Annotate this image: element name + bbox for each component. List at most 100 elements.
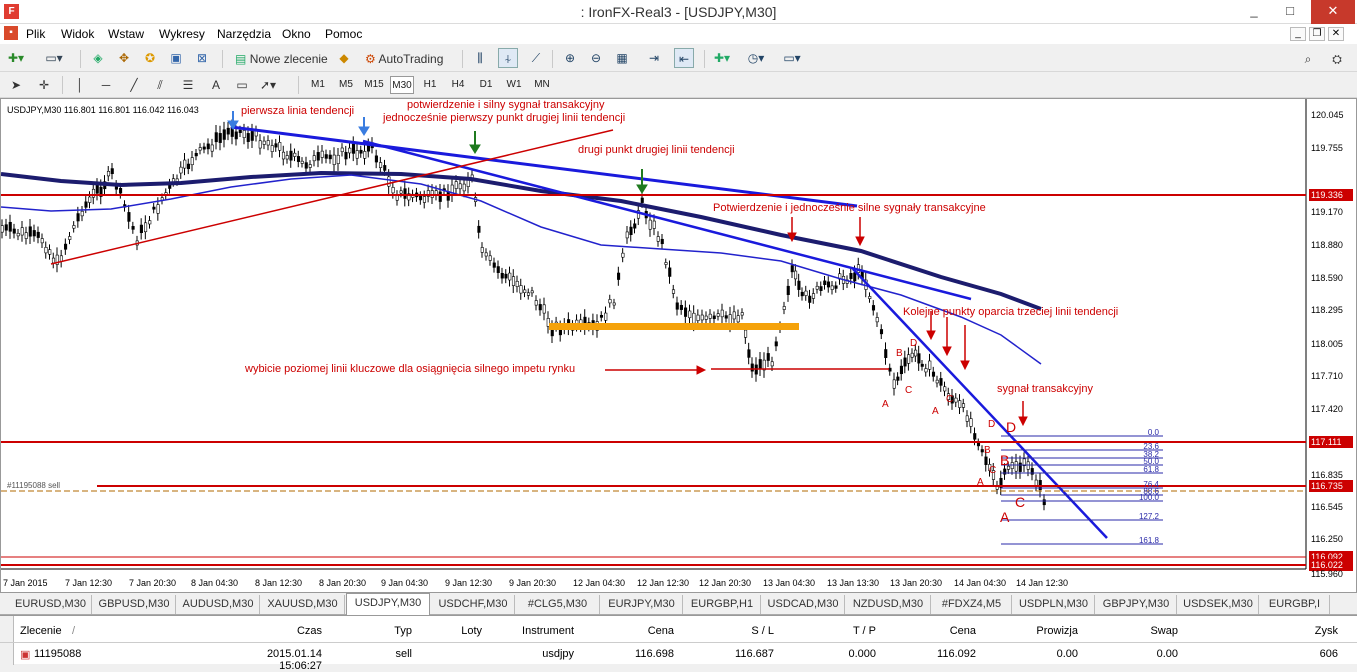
minimize-button[interactable]: _ bbox=[1239, 0, 1269, 24]
chart-shift-icon[interactable]: ⇥ bbox=[644, 48, 664, 68]
tf-mn[interactable]: MN bbox=[530, 76, 554, 94]
price-chart[interactable]: 0.023.638.250.061.876.488.6100.0127.2161… bbox=[1, 99, 1356, 592]
candle-body bbox=[758, 359, 762, 369]
candle-body bbox=[250, 131, 254, 141]
settings-icon[interactable]: ⛭ bbox=[1327, 49, 1347, 69]
candle-body bbox=[131, 226, 135, 230]
tab-eurusd-m30[interactable]: EURUSD,M30 bbox=[10, 595, 92, 614]
fibonacci-icon[interactable]: ☰ bbox=[178, 75, 198, 95]
tile-windows-icon[interactable]: ▦ bbox=[612, 48, 632, 68]
candle-body bbox=[24, 232, 28, 239]
mdi-minimize-button[interactable]: _ bbox=[1290, 27, 1306, 41]
col-price2[interactable]: Cena bbox=[896, 625, 976, 637]
menu-charts[interactable]: Wykresy bbox=[159, 27, 205, 41]
col-instrument[interactable]: Instrument bbox=[484, 625, 574, 637]
menu-view[interactable]: Widok bbox=[61, 27, 94, 41]
cursor-icon[interactable]: ➤ bbox=[6, 75, 26, 95]
tab-usdcad-m30[interactable]: USDCAD,M30 bbox=[762, 595, 845, 614]
terminal-icon[interactable]: ▣ bbox=[166, 48, 186, 68]
tf-m30[interactable]: M30 bbox=[390, 76, 414, 94]
candle-body bbox=[819, 286, 823, 291]
col-commission[interactable]: Prowizja bbox=[996, 625, 1078, 637]
profiles-icon[interactable]: ▭▾ bbox=[44, 48, 64, 68]
menu-insert[interactable]: Wstaw bbox=[108, 27, 144, 41]
document-icon[interactable]: ▪ bbox=[4, 26, 18, 40]
tf-m1[interactable]: M1 bbox=[306, 76, 330, 94]
crosshair-icon[interactable]: ✛ bbox=[34, 75, 54, 95]
zoom-out-icon[interactable]: ⊖ bbox=[586, 48, 606, 68]
col-tp[interactable]: T / P bbox=[796, 625, 876, 637]
menu-help[interactable]: Pomoc bbox=[325, 27, 362, 41]
tf-m15[interactable]: M15 bbox=[362, 76, 386, 94]
tab-audusd-m30[interactable]: AUDUSD,M30 bbox=[177, 595, 260, 614]
col-profit[interactable]: Zysk bbox=[1256, 625, 1338, 637]
tf-w1[interactable]: W1 bbox=[502, 76, 526, 94]
tab--clg5-m30[interactable]: #CLG5,M30 bbox=[516, 595, 600, 614]
tab--fdxz4-m5[interactable]: #FDXZ4,M5 bbox=[932, 595, 1012, 614]
candle-body bbox=[629, 226, 633, 236]
fib-level-label: 161.8 bbox=[1139, 536, 1160, 545]
row-sl: 116.687 bbox=[735, 648, 774, 660]
candle-body bbox=[534, 300, 538, 306]
candle-body bbox=[774, 341, 778, 347]
tab-usdpln-m30[interactable]: USDPLN,M30 bbox=[1013, 595, 1095, 614]
col-order[interactable]: Zlecenie bbox=[20, 625, 62, 637]
strategy-tester-icon[interactable]: ⊠ bbox=[192, 48, 212, 68]
col-lots[interactable]: Loty bbox=[412, 625, 482, 637]
search-icon[interactable]: ⌕ bbox=[1298, 49, 1318, 69]
tab-usdjpy-m30[interactable]: USDJPY,M30 bbox=[346, 593, 430, 615]
chart-window[interactable]: 0.0 23.6 38.2 50.0 61.8 76.4 88.6 100.0 127.2 161… bbox=[0, 98, 1357, 593]
col-sl[interactable]: S / L bbox=[694, 625, 774, 637]
tab-gbpusd-m30[interactable]: GBPUSD,M30 bbox=[93, 595, 176, 614]
line-chart-icon[interactable]: ⟋ bbox=[526, 48, 546, 68]
tf-h1[interactable]: H1 bbox=[418, 76, 442, 94]
tab-usdsek-m30[interactable]: USDSEK,M30 bbox=[1178, 595, 1259, 614]
text-icon[interactable]: A bbox=[206, 75, 226, 95]
tab-usdchf-m30[interactable]: USDCHF,M30 bbox=[432, 595, 515, 614]
tab-gbpjpy-m30[interactable]: GBPJPY,M30 bbox=[1096, 595, 1177, 614]
tab-eurjpy-m30[interactable]: EURJPY,M30 bbox=[601, 595, 683, 614]
bar-chart-icon[interactable]: ⫼ bbox=[470, 48, 490, 68]
templates-icon[interactable]: ▭▾ bbox=[782, 48, 802, 68]
tf-d1[interactable]: D1 bbox=[474, 76, 498, 94]
menu-window[interactable]: Okno bbox=[282, 27, 311, 41]
menu-tools[interactable]: Narzędzia bbox=[217, 27, 271, 41]
maximize-button[interactable]: □ bbox=[1275, 0, 1305, 24]
metaeditor-icon[interactable]: ◆ bbox=[334, 48, 354, 68]
tab-nzdusd-m30[interactable]: NZDUSD,M30 bbox=[846, 595, 931, 614]
label-icon[interactable]: ▭ bbox=[232, 75, 252, 95]
horizontal-line-icon[interactable]: ─ bbox=[96, 75, 116, 95]
mdi-restore-button[interactable]: ❐ bbox=[1309, 27, 1325, 41]
col-swap[interactable]: Swap bbox=[1096, 625, 1178, 637]
periods-icon[interactable]: ◷▾ bbox=[746, 48, 766, 68]
new-chart-icon[interactable]: ✚▾ bbox=[6, 48, 26, 68]
channel-icon[interactable]: ⫽ bbox=[150, 75, 170, 95]
col-type[interactable]: Typ bbox=[332, 625, 412, 637]
trendline-icon[interactable]: ╱ bbox=[124, 75, 144, 95]
tab-eurgbp-i[interactable]: EURGBP,I bbox=[1260, 595, 1330, 614]
col-price[interactable]: Cena bbox=[594, 625, 674, 637]
close-button[interactable]: ✕ bbox=[1311, 0, 1355, 24]
pattern-letter-b3: B bbox=[984, 445, 991, 456]
col-sort[interactable]: / bbox=[72, 625, 75, 637]
data-window-icon[interactable]: ✥ bbox=[114, 48, 134, 68]
mdi-close-button[interactable]: ✕ bbox=[1328, 27, 1344, 41]
new-order-button[interactable]: ▤ Nowe zlecenie bbox=[230, 48, 333, 68]
auto-scroll-icon[interactable]: ⇤ bbox=[674, 48, 694, 68]
tab-eurgbp-h1[interactable]: EURGBP,H1 bbox=[684, 595, 761, 614]
zoom-in-icon[interactable]: ⊕ bbox=[560, 48, 580, 68]
navigator-icon[interactable]: ✪ bbox=[140, 48, 160, 68]
col-time[interactable]: Czas bbox=[222, 625, 322, 637]
tf-m5[interactable]: M5 bbox=[334, 76, 358, 94]
autotrading-button[interactable]: ⚙ AutoTrading bbox=[360, 48, 448, 68]
vertical-line-icon[interactable]: │ bbox=[70, 75, 90, 95]
indicators-icon[interactable]: ✚▾ bbox=[712, 48, 732, 68]
tab-xauusd-m30[interactable]: XAUUSD,M30 bbox=[261, 595, 345, 614]
standard-toolbar: ✚▾ ▭▾ ◈ ✥ ✪ ▣ ⊠ ▤ Nowe zlecenie ◆ ⚙ Auto… bbox=[0, 44, 1357, 112]
table-row[interactable]: ▣ 11195088 2015.01.14 15:06:27 sell usdj… bbox=[0, 644, 1357, 672]
arrows-icon[interactable]: ➚▾ bbox=[258, 75, 278, 95]
menu-file[interactable]: Plik bbox=[26, 27, 45, 41]
tf-h4[interactable]: H4 bbox=[446, 76, 470, 94]
market-watch-icon[interactable]: ◈ bbox=[88, 48, 108, 68]
candlestick-chart-icon[interactable]: ⍭ bbox=[498, 48, 518, 68]
